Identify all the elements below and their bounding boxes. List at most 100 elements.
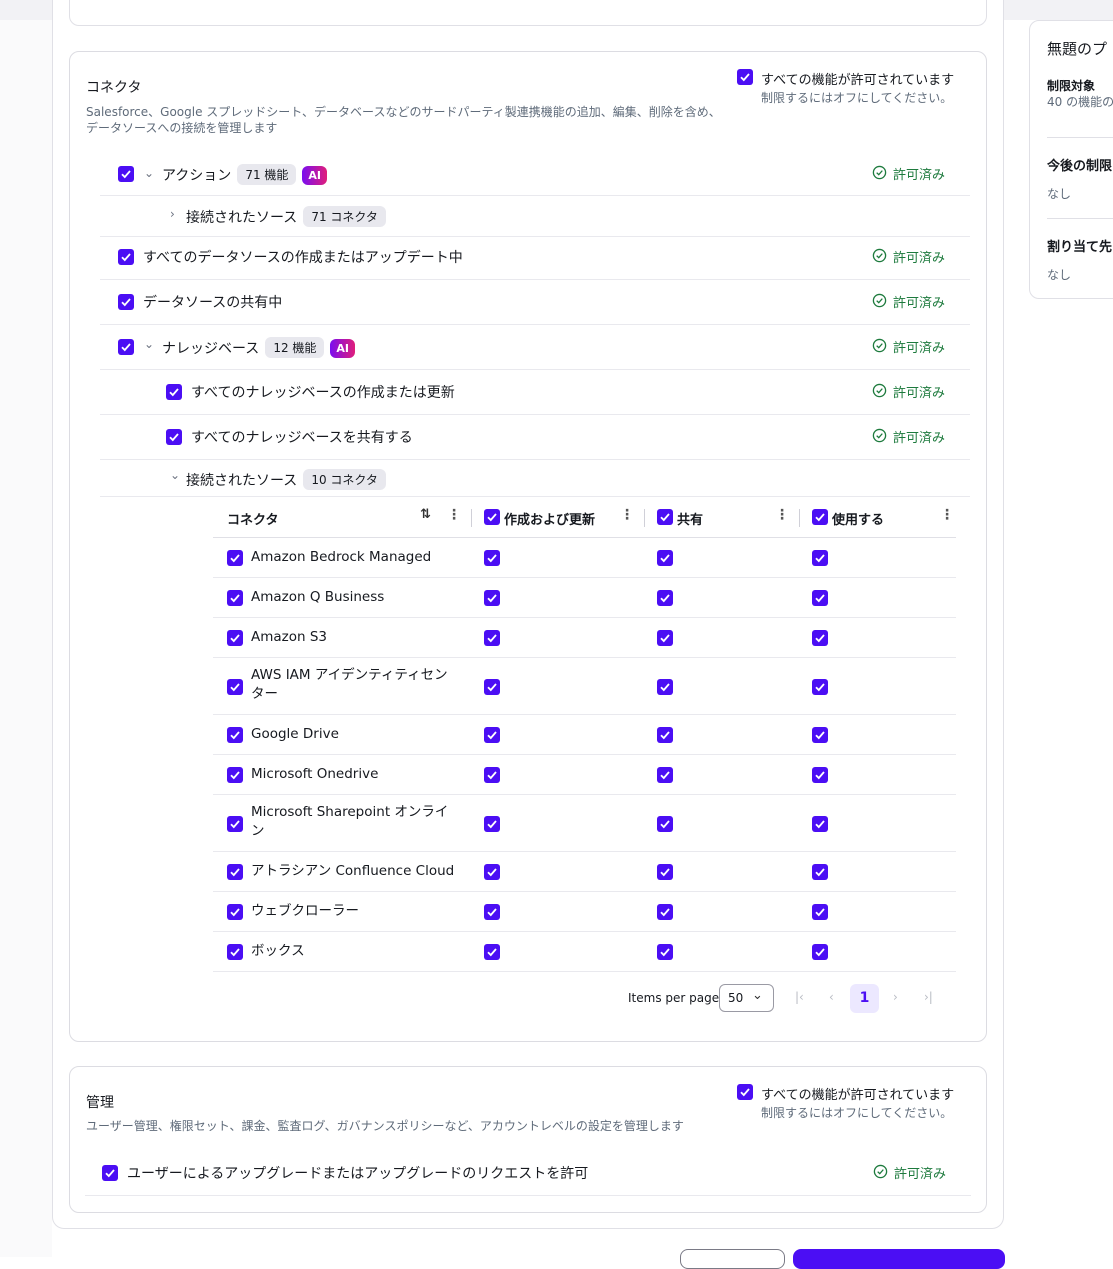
create-update-checkbox[interactable] — [484, 727, 500, 743]
connected-sources-label-group: 接続されたソース 71 コネクタ — [186, 206, 386, 227]
column-menu-icon[interactable]: ⋮ — [775, 507, 789, 523]
use-checkbox[interactable] — [812, 767, 828, 783]
share-checkbox[interactable] — [657, 727, 673, 743]
share-checkbox[interactable] — [657, 590, 673, 606]
share-checkbox[interactable] — [657, 630, 673, 646]
sort-icon[interactable]: ⇅ — [420, 507, 431, 522]
share-checkbox[interactable] — [657, 904, 673, 920]
share-checkbox[interactable] — [657, 679, 673, 695]
user-upgrade-checkbox[interactable] — [102, 1165, 118, 1181]
share-checkbox[interactable] — [657, 550, 673, 566]
col-header-create[interactable]: 作成および更新 — [504, 509, 595, 528]
row-select-checkbox[interactable] — [227, 816, 243, 832]
connectors-title: コネクタ — [86, 80, 142, 96]
current-page-button[interactable]: 1 — [850, 984, 879, 1013]
share-checkbox[interactable] — [657, 864, 673, 880]
table-header: コネクタ ⇅ ⋮ 作成および更新 ⋮ 共有 ⋮ 使用する ⋮ — [213, 497, 956, 538]
use-checkbox[interactable] — [812, 944, 828, 960]
management-allow-all-checkbox[interactable] — [737, 1084, 753, 1100]
share-knowledge-base-checkbox[interactable] — [166, 429, 182, 445]
last-page-icon[interactable]: ›| — [924, 990, 933, 1004]
create-update-checkbox[interactable] — [484, 679, 500, 695]
actions-label-group: アクション 71 機能 AI — [162, 164, 328, 185]
use-checkbox[interactable] — [812, 550, 828, 566]
share-knowledge-base-label: すべてのナレッジベースを共有する — [191, 430, 413, 446]
share-datasources-checkbox[interactable] — [118, 294, 134, 310]
create-knowledge-base-label: すべてのナレッジベースの作成または更新 — [191, 385, 455, 401]
column-menu-icon[interactable]: ⋮ — [620, 507, 634, 523]
column-menu-icon[interactable]: ⋮ — [940, 507, 954, 523]
row-select-checkbox[interactable] — [227, 679, 243, 695]
divider — [1047, 137, 1113, 138]
column-separator[interactable] — [644, 509, 645, 527]
table-row: Google Drive — [213, 715, 956, 755]
chevron-right-icon[interactable]: › — [170, 207, 175, 221]
knowledge-base-checkbox[interactable] — [118, 339, 134, 355]
create-update-checkbox[interactable] — [484, 767, 500, 783]
actions-checkbox[interactable] — [118, 166, 134, 182]
first-page-icon[interactable]: |‹ — [795, 990, 804, 1004]
create-update-checkbox[interactable] — [484, 630, 500, 646]
table-row: Amazon Q Business — [213, 578, 956, 618]
chevron-down-icon[interactable]: ⌄ — [170, 468, 180, 482]
create-update-checkbox[interactable] — [484, 864, 500, 880]
secondary-button[interactable] — [680, 1249, 785, 1269]
row-select-checkbox[interactable] — [227, 864, 243, 880]
next-page-icon[interactable]: › — [893, 990, 898, 1004]
use-checkbox[interactable] — [812, 816, 828, 832]
create-update-checkbox[interactable] — [484, 944, 500, 960]
use-checkbox[interactable] — [812, 727, 828, 743]
use-checkbox[interactable] — [812, 590, 828, 606]
create-update-checkbox[interactable] — [484, 550, 500, 566]
table-row: アトラシアン Confluence Cloud — [213, 852, 956, 892]
connectors-description-line2: データソースへの接続を管理します — [86, 121, 278, 135]
column-separator[interactable] — [471, 509, 472, 527]
create-all-checkbox[interactable] — [484, 509, 500, 525]
chevron-down-icon[interactable]: ⌄ — [144, 337, 154, 351]
status-allowed: 許可済み — [873, 1163, 946, 1182]
status-text: 許可済み — [892, 168, 945, 183]
chevron-down-icon[interactable]: ⌄ — [144, 166, 154, 180]
table-row: ウェブクローラー — [213, 892, 956, 932]
row-connected-sources-kb[interactable]: ⌄ 接続されたソース 10 コネクタ — [100, 460, 970, 497]
page-size-select[interactable]: 50 ⌄ — [719, 984, 774, 1012]
create-knowledge-base-checkbox[interactable] — [166, 384, 182, 400]
create-update-checkbox[interactable] — [484, 904, 500, 920]
column-separator[interactable] — [799, 509, 800, 527]
share-all-checkbox[interactable] — [657, 509, 673, 525]
row-select-checkbox[interactable] — [227, 727, 243, 743]
primary-button[interactable] — [793, 1249, 1005, 1269]
row-select-checkbox[interactable] — [227, 590, 243, 606]
row-select-checkbox[interactable] — [227, 904, 243, 920]
status-allowed: 許可済み — [872, 247, 945, 266]
row-select-checkbox[interactable] — [227, 944, 243, 960]
management-allow-all[interactable]: すべての機能が許可されています 制限するにはオフにしてください。 — [737, 1084, 977, 1124]
share-checkbox[interactable] — [657, 944, 673, 960]
status-text: 許可済み — [892, 386, 945, 401]
future-restrictions-value: なし — [1047, 187, 1072, 201]
row-select-checkbox[interactable] — [227, 630, 243, 646]
row-select-checkbox[interactable] — [227, 767, 243, 783]
share-checkbox[interactable] — [657, 767, 673, 783]
status-text: 許可済み — [892, 296, 945, 311]
connectors-allow-all-checkbox[interactable] — [737, 69, 753, 85]
table-row: ボックス — [213, 932, 956, 972]
allow-all-sub: 制限するにはオフにしてください。 — [761, 1106, 953, 1120]
col-header-connector[interactable]: コネクタ — [227, 509, 278, 528]
row-select-checkbox[interactable] — [227, 550, 243, 566]
create-update-checkbox[interactable] — [484, 816, 500, 832]
use-checkbox[interactable] — [812, 864, 828, 880]
row-connected-sources-actions[interactable]: › 接続されたソース 71 コネクタ — [100, 197, 970, 237]
col-header-use[interactable]: 使用する — [832, 509, 884, 528]
use-checkbox[interactable] — [812, 904, 828, 920]
use-checkbox[interactable] — [812, 630, 828, 646]
create-datasources-checkbox[interactable] — [118, 249, 134, 265]
use-all-checkbox[interactable] — [812, 509, 828, 525]
create-update-checkbox[interactable] — [484, 590, 500, 606]
col-header-share[interactable]: 共有 — [677, 509, 703, 528]
prev-page-icon[interactable]: ‹ — [829, 990, 834, 1004]
use-checkbox[interactable] — [812, 679, 828, 695]
share-checkbox[interactable] — [657, 816, 673, 832]
column-menu-icon[interactable]: ⋮ — [447, 507, 461, 523]
connectors-allow-all[interactable]: すべての機能が許可されています 制限するにはオフにしてください。 — [737, 69, 977, 109]
